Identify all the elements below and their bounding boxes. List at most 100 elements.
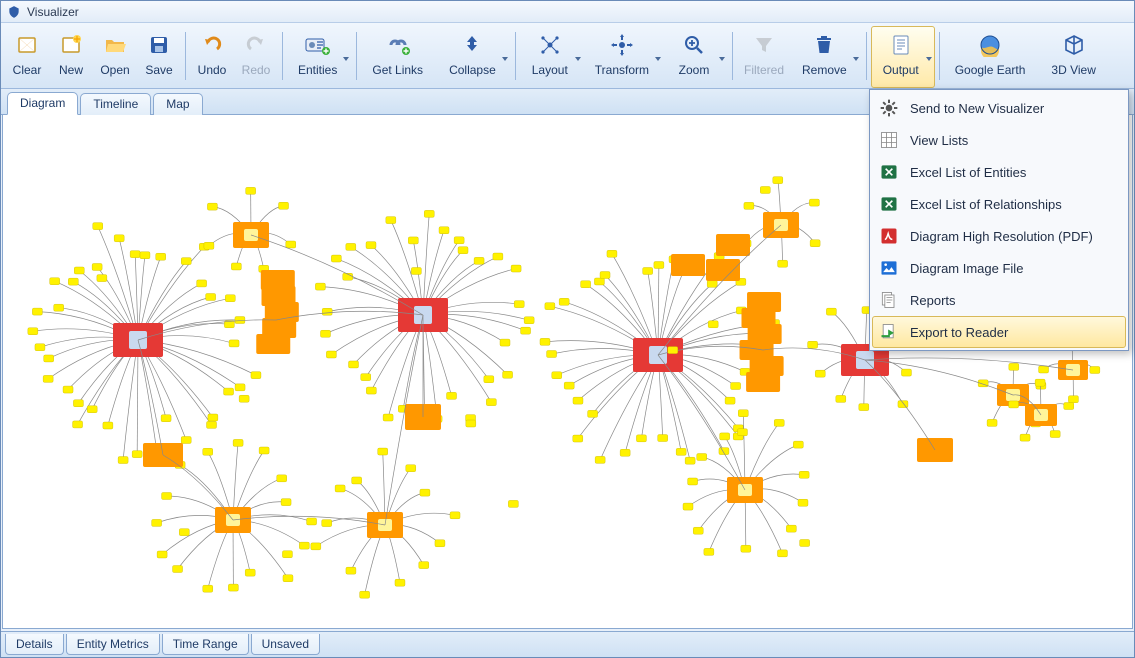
chevron-down-icon: [343, 57, 349, 61]
toolbar-separator: [282, 32, 283, 80]
clear-icon: [13, 31, 41, 59]
tab-label: Unsaved: [262, 637, 309, 651]
redo-button: Redo: [234, 26, 278, 88]
zoom-button[interactable]: Zoom: [664, 26, 728, 88]
tab-time-range[interactable]: Time Range: [162, 634, 249, 655]
zoom-icon: [680, 31, 708, 59]
image-icon: [878, 257, 900, 279]
toolbar-separator: [515, 32, 516, 80]
toolbar-label: Output: [883, 63, 919, 77]
menu-excel-relationships[interactable]: Excel List of Relationships: [872, 188, 1126, 220]
app-icon: [7, 5, 21, 19]
toolbar-label: Open: [100, 63, 129, 77]
tab-diagram[interactable]: Diagram: [7, 92, 78, 115]
undo-icon: [198, 31, 226, 59]
view3d-button[interactable]: 3D View: [1040, 26, 1110, 88]
toolbar-label: Layout: [532, 63, 568, 77]
tab-label: Timeline: [93, 97, 138, 111]
toolbar-label: New: [59, 63, 83, 77]
menu-label: Diagram Image File: [910, 261, 1023, 276]
toolbar-label: Collapse: [449, 63, 496, 77]
menu-label: Export to Reader: [910, 325, 1008, 340]
tab-label: Time Range: [173, 637, 238, 651]
menu-send-to-new-visualizer[interactable]: Send to New Visualizer: [872, 92, 1126, 124]
tab-map[interactable]: Map: [153, 93, 202, 115]
transform-button[interactable]: Transform: [584, 26, 664, 88]
menu-label: Excel List of Entities: [910, 165, 1026, 180]
toolbar-separator: [939, 32, 940, 80]
tab-label: Entity Metrics: [77, 637, 149, 651]
googleearth-button[interactable]: Google Earth: [944, 26, 1041, 88]
transform-icon: [608, 31, 636, 59]
menu-label: Reports: [910, 293, 956, 308]
menu-label: Excel List of Relationships: [910, 197, 1062, 212]
menu-view-lists[interactable]: View Lists: [872, 124, 1126, 156]
toolbar-label: Google Earth: [955, 63, 1026, 77]
menu-image-file[interactable]: Diagram Image File: [872, 252, 1126, 284]
toolbar-separator: [732, 32, 733, 80]
chevron-down-icon: [575, 57, 581, 61]
entities-icon: [304, 31, 332, 59]
chevron-down-icon: [719, 57, 725, 61]
chevron-down-icon: [502, 57, 508, 61]
toolbar-label: Entities: [298, 63, 337, 77]
toolbar-label: Undo: [198, 63, 227, 77]
open-button[interactable]: Open: [93, 26, 137, 88]
collapse-button[interactable]: Collapse: [438, 26, 511, 88]
menu-pdf[interactable]: Diagram High Resolution (PDF): [872, 220, 1126, 252]
tab-label: Map: [166, 97, 189, 111]
layout-icon: [536, 31, 564, 59]
menu-export-reader[interactable]: Export to Reader: [872, 316, 1126, 348]
tabs-bottom: Details Entity Metrics Time Range Unsave…: [1, 631, 1134, 657]
trash-icon: [810, 31, 838, 59]
menu-reports[interactable]: Reports: [872, 284, 1126, 316]
chevron-down-icon: [926, 57, 932, 61]
toolbar-label: Get Links: [372, 63, 423, 77]
toolbar-label: Redo: [242, 63, 271, 77]
chevron-down-icon: [853, 57, 859, 61]
tab-timeline[interactable]: Timeline: [80, 93, 151, 115]
clear-button[interactable]: Clear: [5, 26, 49, 88]
output-button[interactable]: Output: [871, 26, 935, 88]
new-button[interactable]: New: [49, 26, 93, 88]
tab-entity-metrics[interactable]: Entity Metrics: [66, 634, 160, 655]
titlebar: Visualizer: [1, 1, 1134, 23]
toolbar-label: Clear: [13, 63, 42, 77]
output-menu: Send to New Visualizer View Lists Excel …: [869, 89, 1129, 351]
toolbar-separator: [866, 32, 867, 80]
cube-icon: [1060, 31, 1088, 59]
pdf-icon: [878, 225, 900, 247]
toolbar-separator: [356, 32, 357, 80]
tab-details[interactable]: Details: [5, 634, 64, 655]
open-icon: [101, 31, 129, 59]
globe-icon: [976, 31, 1004, 59]
tab-label: Details: [16, 637, 53, 651]
reports-icon: [878, 289, 900, 311]
remove-button[interactable]: Remove: [791, 26, 862, 88]
output-icon: [887, 31, 915, 59]
getlinks-button[interactable]: Get Links: [361, 26, 438, 88]
tab-unsaved[interactable]: Unsaved: [251, 634, 320, 655]
new-icon: [57, 31, 85, 59]
layout-button[interactable]: Layout: [520, 26, 584, 88]
filtered-button: Filtered: [737, 26, 791, 88]
toolbar-label: 3D View: [1051, 63, 1095, 77]
save-button[interactable]: Save: [137, 26, 181, 88]
getlinks-icon: [384, 31, 412, 59]
toolbar-label: Remove: [802, 63, 847, 77]
toolbar-label: Save: [145, 63, 172, 77]
entities-button[interactable]: Entities: [287, 26, 352, 88]
toolbar-label: Transform: [595, 63, 649, 77]
toolbar-label: Zoom: [679, 63, 710, 77]
undo-button[interactable]: Undo: [190, 26, 234, 88]
save-icon: [145, 31, 173, 59]
menu-label: Send to New Visualizer: [910, 101, 1044, 116]
excel-icon: [878, 193, 900, 215]
redo-icon: [242, 31, 270, 59]
excel-icon: [878, 161, 900, 183]
window-title: Visualizer: [27, 5, 79, 19]
menu-excel-entities[interactable]: Excel List of Entities: [872, 156, 1126, 188]
menu-label: View Lists: [910, 133, 968, 148]
gear-icon: [878, 97, 900, 119]
menu-label: Diagram High Resolution (PDF): [910, 229, 1093, 244]
